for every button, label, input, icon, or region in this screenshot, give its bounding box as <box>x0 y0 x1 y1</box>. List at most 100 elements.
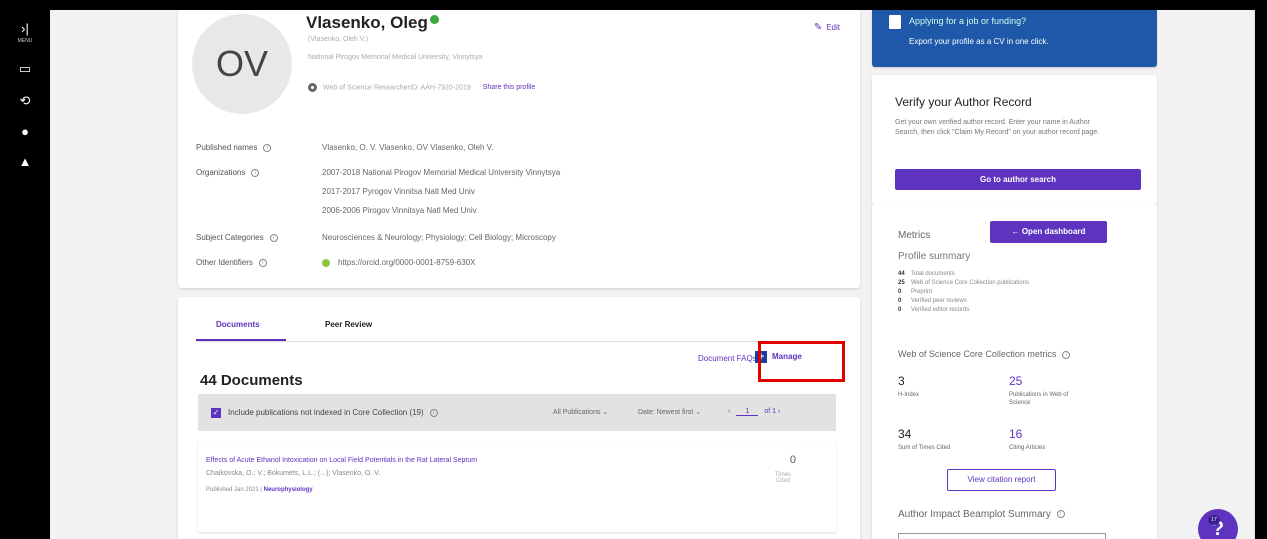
orcid-icon <box>322 258 330 267</box>
verified-icon <box>429 15 439 24</box>
summary-row: 0 Verified editor records <box>898 306 1029 315</box>
citing-articles-value[interactable]: 16 <box>1009 427 1022 441</box>
avatar: OV <box>192 14 292 114</box>
citing-articles-label: Citing Articles <box>1009 445 1046 451</box>
left-nav-bar: ›| MENU ▭ ⟲ ● ▲ <box>0 10 50 539</box>
info-icon[interactable]: i <box>251 168 260 177</box>
view-citation-report-button[interactable]: View citation report <box>947 469 1056 491</box>
organizations-label: Organizations i <box>196 168 260 177</box>
folder-icon[interactable]: ▭ <box>15 60 35 78</box>
info-icon[interactable]: i <box>263 143 272 152</box>
summary-row: 25 Web of Science Core Collection publica… <box>898 279 1029 288</box>
all-publications-dropdown[interactable]: All Publications ⌄ <box>553 408 608 416</box>
wos-publications-label: Publications in Web of Science <box>1009 392 1069 406</box>
org-row-3: 2006-2006 Pirogov Vinnitsya Natl Med Uni… <box>322 206 477 215</box>
author-name: Vlasenko, Oleg <box>306 13 439 33</box>
verify-author-card: Verify your Author Record Get your own v… <box>872 75 1157 205</box>
summary-label: Web of Science Core Collection publicati… <box>911 280 1029 286</box>
info-icon[interactable]: i <box>429 408 438 417</box>
edit-button[interactable]: ✎ Edit <box>814 22 840 33</box>
summary-label: Total documents <box>911 271 955 277</box>
institution: National Pirogov Memorial Medical Univer… <box>308 54 483 61</box>
expand-menu-icon[interactable]: ›| MENU <box>15 20 35 44</box>
summary-label: Preprint <box>911 289 933 295</box>
open-dashboard-label: Open dashboard <box>1021 227 1086 236</box>
orcid-link-text: https://orcid.org/0000-0001-8759-630X <box>338 258 476 267</box>
tab-documents[interactable]: Documents <box>216 320 260 329</box>
banner-title: Applying for a job or funding? <box>909 16 1027 26</box>
summary-row: 0 Preprint <box>898 288 1029 297</box>
author-name-text: Vlasenko, Oleg <box>306 13 428 32</box>
subject-categories-value: Neurosciences & Neurology; Physiology; C… <box>322 233 556 242</box>
cv-export-banner[interactable]: Applying for a job or funding? Export yo… <box>872 10 1157 67</box>
help-button[interactable]: ? <box>1198 509 1238 539</box>
orcid-link[interactable]: https://orcid.org/0000-0001-8759-630X <box>322 258 475 267</box>
go-to-author-search-button[interactable]: Go to author search <box>895 169 1141 190</box>
wos-publications-value[interactable]: 25 <box>1009 374 1022 388</box>
subject-categories-label: Subject Categories i <box>196 233 278 242</box>
next-page-icon[interactable]: › <box>778 408 780 415</box>
document-icon <box>889 15 901 29</box>
filter-bar: ✓ Include publications not indexed in Co… <box>198 394 836 431</box>
document-item: Effects of Acute Ethanol Intoxication on… <box>198 442 836 532</box>
org-row-1: 2007-2018 National Pirogov Memorial Medi… <box>322 168 561 177</box>
summary-label: Verified peer reviews <box>911 298 967 304</box>
sort-dropdown[interactable]: Date: Newest first ⌄ <box>638 408 701 416</box>
tab-divider <box>196 341 836 342</box>
banner-text: Export your profile as a CV in one click… <box>909 37 1049 46</box>
document-published: Published Jan 2021 | Neurophysiology <box>206 487 313 493</box>
organizations-label-text: Organizations <box>196 168 246 177</box>
include-label: Include publications not indexed in Core… <box>228 408 438 417</box>
page-input[interactable]: 1 <box>736 408 759 416</box>
documents-count-heading: 44 Documents <box>200 372 303 389</box>
history-icon[interactable]: ⟲ <box>15 92 35 110</box>
native-name: (Vlasenko, Oleh V.) <box>308 36 369 43</box>
sort-label: Date: Newest first <box>638 409 694 416</box>
published-names-label-text: Published names <box>196 143 258 152</box>
document-faqs-link[interactable]: Document FAQs <box>698 354 757 363</box>
subject-categories-label-text: Subject Categories <box>196 233 264 242</box>
document-title-link[interactable]: Effects of Acute Ethanol Intoxication on… <box>206 457 477 464</box>
other-identifiers-label: Other Identifiers i <box>196 258 267 267</box>
pagination: ‹ 1 of 1 › <box>728 408 780 416</box>
include-checkbox[interactable]: ✓ <box>211 408 221 418</box>
highlight-box <box>758 341 845 382</box>
include-label-text: Include publications not indexed in Core… <box>228 408 424 417</box>
help-badge: 17 <box>1208 515 1220 525</box>
h-index-value: 3 <box>898 374 905 388</box>
profile-summary-title: Profile summary <box>898 251 971 262</box>
tab-peer-review[interactable]: Peer Review <box>325 320 372 329</box>
bell-icon[interactable]: ▲ <box>15 153 35 171</box>
right-edge <box>1255 10 1267 539</box>
info-icon[interactable]: i <box>1062 350 1071 359</box>
published-names-value: Vlasenko, O. V. Vlasenko, OV Vlasenko, O… <box>322 143 494 152</box>
info-icon[interactable]: i <box>258 258 267 267</box>
org-row-2: 2017-2017 Pyrogov Vinnitsa Natl Med Univ <box>322 187 475 196</box>
user-icon[interactable]: ● <box>15 123 35 141</box>
researcher-id: Web of Science ResearcherID: AAH-7920-20… <box>323 84 471 92</box>
metrics-card: Metrics ← Open dashboard Profile summary… <box>872 204 1157 539</box>
published-date: Published Jan 2021 | <box>206 487 262 493</box>
profile-summary-list: 44 Total documents 25 Web of Science Core … <box>898 270 1029 315</box>
wos-metrics-title-text: Web of Science Core Collection metrics <box>898 349 1057 359</box>
wos-metrics-title: Web of Science Core Collection metrics i <box>898 349 1071 359</box>
beamplot-box <box>898 533 1106 539</box>
times-cited-count[interactable]: 0 <box>790 454 796 466</box>
sum-times-cited-label: Sum of Times Cited <box>898 445 951 451</box>
summary-count: 0 <box>898 289 902 295</box>
info-icon[interactable]: i <box>1056 510 1065 519</box>
sum-times-cited-value: 34 <box>898 427 912 441</box>
times-cited-label: Times Cited <box>774 472 792 484</box>
document-authors: Chaikovska, O.; V.; Bokumets, L.L.; (...… <box>206 470 381 477</box>
pencil-icon: ✎ <box>813 22 823 33</box>
share-profile-link[interactable]: Share this profile <box>483 84 536 91</box>
browser-frame: ›| MENU ▭ ⟲ ● ▲ OV Vlasenko, Oleg (Vlasen… <box>0 10 1267 539</box>
open-dashboard-button[interactable]: ← Open dashboard <box>990 221 1107 243</box>
prev-page-icon[interactable]: ‹ <box>728 408 730 415</box>
wos-logo-icon <box>308 83 317 92</box>
documents-card: Documents Peer Review Document FAQs + Man… <box>178 297 860 539</box>
summary-count: 0 <box>898 307 902 313</box>
edit-label: Edit <box>826 23 840 32</box>
journal-link[interactable]: Neurophysiology <box>264 487 313 493</box>
info-icon[interactable]: i <box>269 233 278 242</box>
